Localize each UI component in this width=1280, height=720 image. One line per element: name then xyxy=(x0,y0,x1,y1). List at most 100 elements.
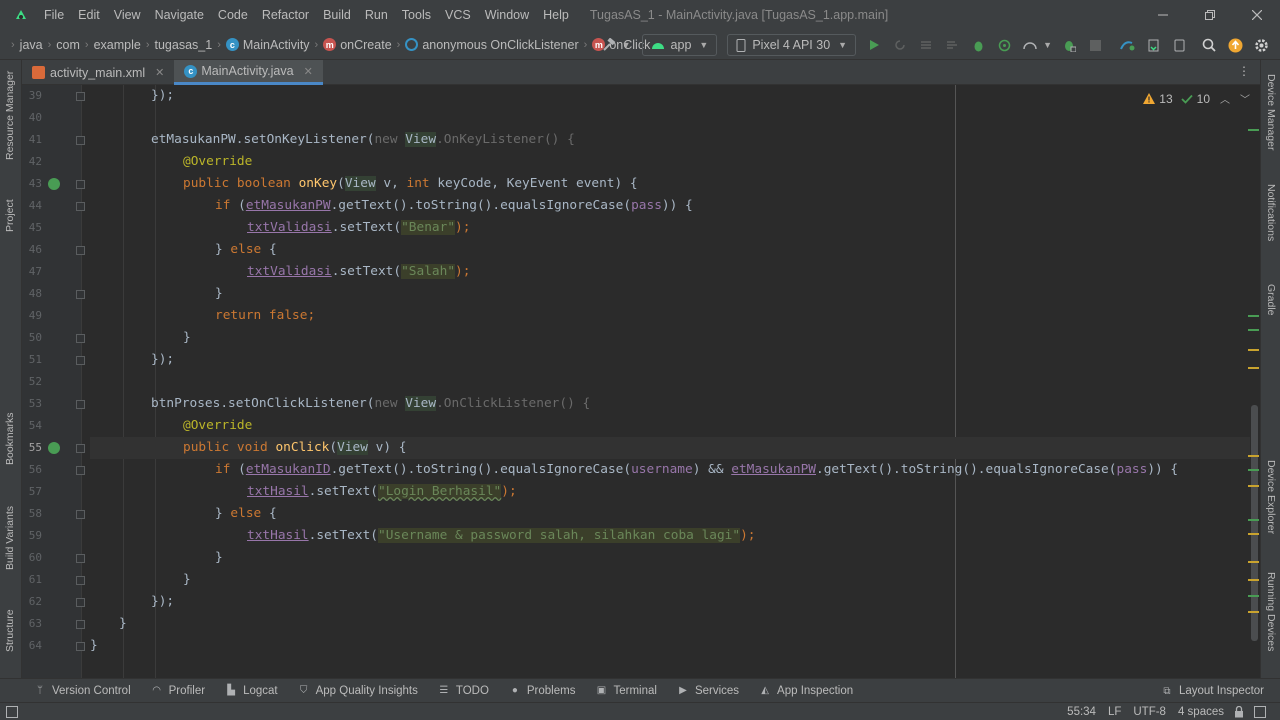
gradle-tab[interactable]: Gradle xyxy=(1265,284,1277,316)
breadcrumb-example[interactable]: example xyxy=(94,38,141,52)
bookmarks-tab[interactable]: Bookmarks xyxy=(4,412,16,465)
warning-marker[interactable] xyxy=(1248,561,1259,563)
restore-button[interactable] xyxy=(1186,0,1233,30)
scrollbar-thumb[interactable] xyxy=(1251,405,1258,641)
device-select[interactable]: Pixel 4 API 30 ▼ xyxy=(727,34,857,56)
run-button[interactable] xyxy=(863,34,885,56)
apply-code-changes-button[interactable] xyxy=(941,34,963,56)
chevron-down-icon[interactable]: ▼ xyxy=(1043,40,1052,50)
run-config-select[interactable]: app ▼ xyxy=(641,34,718,56)
breadcrumb-com[interactable]: com xyxy=(56,38,80,52)
debug-button[interactable] xyxy=(967,34,989,56)
warning-marker[interactable] xyxy=(1248,533,1259,535)
chevron-down-icon[interactable]: ▼ xyxy=(622,40,631,50)
line-number-gutter[interactable]: 39 40 41 42 43 44 45 46 47 48 49 50 51 5… xyxy=(22,85,85,678)
change-marker[interactable] xyxy=(1248,519,1259,521)
menu-run[interactable]: Run xyxy=(358,0,395,30)
tab-mainactivity-java[interactable]: c MainActivity.java ✕ xyxy=(174,60,323,85)
close-window-button[interactable] xyxy=(1233,0,1280,30)
stop-button[interactable] xyxy=(1084,34,1106,56)
coverage-button[interactable] xyxy=(1019,34,1041,56)
fold-marker-icon[interactable] xyxy=(76,620,85,629)
fold-marker-icon[interactable] xyxy=(76,290,85,299)
warning-marker[interactable] xyxy=(1248,349,1259,351)
menu-refactor[interactable]: Refactor xyxy=(255,0,316,30)
memory-indicator-icon[interactable] xyxy=(1254,706,1266,718)
services-tab[interactable]: ▶ Services xyxy=(677,685,739,697)
tab-activity-main-xml[interactable]: activity_main.xml ✕ xyxy=(22,60,174,85)
rerun-button[interactable] xyxy=(889,34,911,56)
more-tabs-icon[interactable]: ⋮ xyxy=(1238,64,1250,78)
menu-edit[interactable]: Edit xyxy=(71,0,107,30)
menu-navigate[interactable]: Navigate xyxy=(148,0,211,30)
fold-marker-icon[interactable] xyxy=(76,444,85,453)
logcat-tab[interactable]: ▙ Logcat xyxy=(225,685,277,697)
fold-marker-icon[interactable] xyxy=(76,136,85,145)
app-inspection-tab[interactable]: ◭ App Inspection xyxy=(759,685,853,697)
change-marker[interactable] xyxy=(1248,129,1259,131)
sync-gradle-button[interactable] xyxy=(1116,34,1138,56)
running-devices-tab[interactable]: Running Devices xyxy=(1265,572,1277,651)
fold-marker-icon[interactable] xyxy=(76,576,85,585)
change-marker[interactable] xyxy=(1248,595,1259,597)
file-encoding[interactable]: UTF-8 xyxy=(1133,706,1166,718)
code-editor[interactable]: 39 40 41 42 43 44 45 46 47 48 49 50 51 5… xyxy=(22,85,1260,678)
attach-debugger-button[interactable] xyxy=(1058,34,1080,56)
apply-changes-button[interactable] xyxy=(915,34,937,56)
fold-marker-icon[interactable] xyxy=(76,356,85,365)
change-marker[interactable] xyxy=(1248,329,1259,331)
fold-marker-icon[interactable] xyxy=(76,642,85,651)
fold-marker-icon[interactable] xyxy=(76,554,85,563)
code-area[interactable]: }); etMasukanPW.setOnKeyListener(new Vie… xyxy=(90,85,1258,678)
fold-marker-icon[interactable] xyxy=(76,92,85,101)
editor-scrollbar[interactable] xyxy=(1248,85,1260,678)
menu-help[interactable]: Help xyxy=(536,0,576,30)
close-icon[interactable]: ✕ xyxy=(304,65,313,78)
menu-tools[interactable]: Tools xyxy=(395,0,438,30)
menu-code[interactable]: Code xyxy=(211,0,255,30)
warning-marker[interactable] xyxy=(1248,579,1259,581)
minimize-button[interactable] xyxy=(1139,0,1186,30)
profile-button[interactable] xyxy=(993,34,1015,56)
override-method-icon[interactable] xyxy=(48,442,60,454)
breadcrumb-anonymous-listener[interactable]: anonymous OnClickListener xyxy=(422,38,578,52)
line-separator[interactable]: LF xyxy=(1108,706,1121,718)
app-quality-insights-tab[interactable]: ⛉ App Quality Insights xyxy=(298,685,418,697)
fold-marker-icon[interactable] xyxy=(76,246,85,255)
caret-position[interactable]: 55:34 xyxy=(1067,706,1096,718)
terminal-tab[interactable]: ▣ Terminal xyxy=(595,685,657,697)
change-marker[interactable] xyxy=(1248,469,1259,471)
resource-manager-tab[interactable]: Resource Manager xyxy=(4,71,16,160)
version-control-tab[interactable]: ᛘ Version Control xyxy=(34,685,131,697)
menu-build[interactable]: Build xyxy=(316,0,358,30)
indent-setting[interactable]: 4 spaces xyxy=(1178,706,1224,718)
warning-marker[interactable] xyxy=(1248,611,1259,613)
fold-marker-icon[interactable] xyxy=(76,598,85,607)
fold-marker-icon[interactable] xyxy=(76,202,85,211)
device-explorer-tab[interactable]: Device Explorer xyxy=(1265,460,1277,534)
warning-marker[interactable] xyxy=(1248,455,1259,457)
warning-marker[interactable] xyxy=(1248,367,1259,369)
change-marker[interactable] xyxy=(1248,315,1259,317)
fold-marker-icon[interactable] xyxy=(76,510,85,519)
settings-button[interactable] xyxy=(1250,34,1272,56)
sdk-manager-button[interactable] xyxy=(1142,34,1164,56)
inspection-widget[interactable]: 13 10 ︿ ﹀ xyxy=(1143,91,1250,106)
device-mirror-button[interactable] xyxy=(1168,34,1190,56)
breadcrumb-java[interactable]: java xyxy=(20,38,43,52)
structure-tab[interactable]: Structure xyxy=(4,609,16,652)
close-icon[interactable]: ✕ xyxy=(155,66,164,79)
lock-icon[interactable] xyxy=(1234,706,1244,718)
toggle-tool-windows-icon[interactable] xyxy=(6,705,18,718)
project-tab[interactable]: Project xyxy=(4,199,16,232)
device-manager-tab[interactable]: Device Manager xyxy=(1265,74,1277,150)
fold-marker-icon[interactable] xyxy=(76,466,85,475)
profiler-tab[interactable]: ◠ Profiler xyxy=(151,685,205,697)
breadcrumb-class[interactable]: MainActivity xyxy=(243,38,310,52)
fold-marker-icon[interactable] xyxy=(76,180,85,189)
updates-button[interactable] xyxy=(1224,34,1246,56)
menu-vcs[interactable]: VCS xyxy=(438,0,478,30)
build-hammer-button[interactable] xyxy=(598,34,620,56)
notifications-tab[interactable]: Notifications xyxy=(1265,184,1277,241)
breadcrumb-method-oncreate[interactable]: onCreate xyxy=(340,38,391,52)
